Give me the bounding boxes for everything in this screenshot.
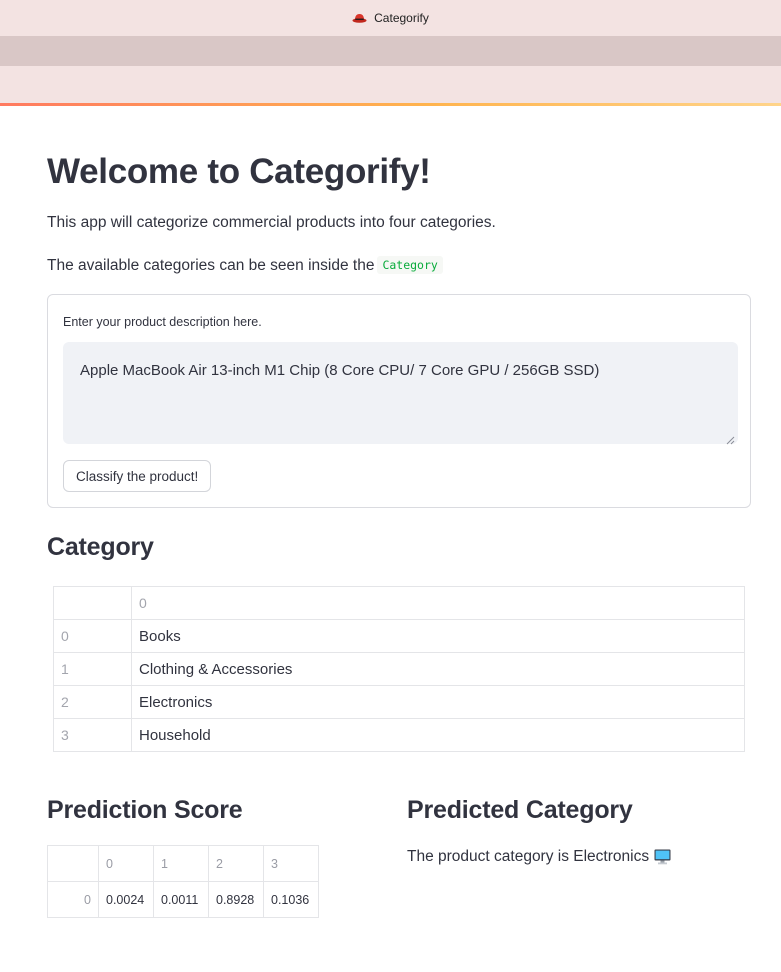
table-column-header: 0 <box>131 586 745 620</box>
row-index: 3 <box>53 718 132 752</box>
table-corner-cell <box>47 845 99 882</box>
description-label: Enter your product description here. <box>63 315 262 329</box>
predicted-category-heading: Predicted Category <box>407 796 633 824</box>
table-header-row: 0 <box>53 586 745 620</box>
row-index: 0 <box>47 881 99 918</box>
prediction-score-table: 0 1 2 3 0 0.0024 0.0011 0.8928 0.1036 <box>47 845 319 918</box>
row-value: Electronics <box>131 685 745 719</box>
red-hat-icon <box>352 13 367 23</box>
desktop-computer-icon <box>654 849 671 865</box>
table-header-row: 0 1 2 3 <box>47 845 319 882</box>
resize-grip-icon[interactable] <box>726 432 735 445</box>
score-column-header: 2 <box>208 845 264 882</box>
score-column-header: 0 <box>98 845 154 882</box>
table-row: 1 Clothing & Accessories <box>53 652 745 686</box>
predicted-category-label: The product category is Electronics <box>407 848 650 865</box>
window-title: Categorify <box>374 11 429 25</box>
page-title: Welcome to Categorify! <box>47 152 431 191</box>
row-index: 2 <box>53 685 132 719</box>
row-value: Books <box>131 619 745 653</box>
category-heading: Category <box>47 533 154 561</box>
table-row: 2 Electronics <box>53 685 745 719</box>
browser-toolbar <box>0 36 781 66</box>
product-form: Enter your product description here. App… <box>47 294 751 508</box>
score-value: 0.0011 <box>153 881 209 918</box>
row-value: Household <box>131 718 745 752</box>
table-row: 3 Household <box>53 718 745 752</box>
product-description-value: Apple MacBook Air 13-inch M1 Chip (8 Cor… <box>80 362 600 379</box>
classify-button[interactable]: Classify the product! <box>63 460 212 492</box>
table-row: 0 0.0024 0.0011 0.8928 0.1036 <box>47 881 319 918</box>
product-description-input[interactable]: Apple MacBook Air 13-inch M1 Chip (8 Cor… <box>63 342 738 445</box>
table-row: 0 Books <box>53 619 745 653</box>
row-value: Clothing & Accessories <box>131 652 745 686</box>
row-index: 0 <box>53 619 132 653</box>
table-corner-cell <box>53 586 132 620</box>
category-code-chip: Category <box>377 256 443 274</box>
intro-text: This app will categorize commercial prod… <box>47 214 496 231</box>
row-index: 1 <box>53 652 132 686</box>
categories-hint-label: The available categories can be seen ins… <box>47 257 375 274</box>
prediction-score-heading: Prediction Score <box>47 796 243 824</box>
score-value: 0.8928 <box>208 881 264 918</box>
category-table: 0 0 Books 1 Clothing & Accessories 2 Ele… <box>53 586 745 752</box>
categories-hint-text: The available categories can be seen ins… <box>47 256 443 275</box>
window-titlebar: Categorify <box>0 0 781 36</box>
predicted-category-text: The product category is Electronics <box>407 848 671 866</box>
score-column-header: 1 <box>153 845 209 882</box>
header-decoration-line <box>0 103 781 106</box>
score-value: 0.1036 <box>263 881 319 918</box>
score-value: 0.0024 <box>98 881 154 918</box>
score-column-header: 3 <box>263 845 319 882</box>
app-header <box>0 66 781 104</box>
